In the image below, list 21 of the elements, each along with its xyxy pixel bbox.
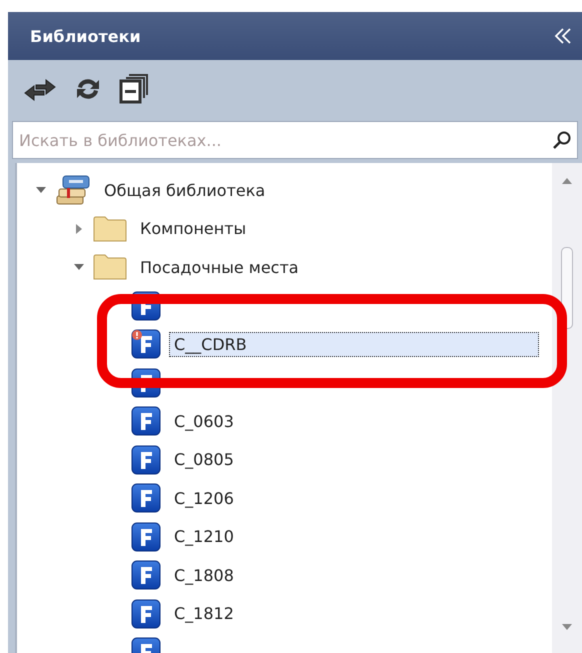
tree-item[interactable]: C_1812 bbox=[169, 601, 239, 626]
tree-item[interactable]: C__CDRB bbox=[169, 332, 539, 357]
search-field[interactable]: Искать в библиотеках... bbox=[12, 121, 578, 159]
search-icon[interactable] bbox=[552, 130, 572, 150]
collapse-all-icon[interactable] bbox=[118, 72, 150, 106]
tree-item[interactable]: Посадочные места bbox=[135, 254, 304, 280]
tree-item[interactable]: C_1808 bbox=[169, 562, 239, 588]
tree-item[interactable]: C_1206 bbox=[169, 486, 239, 511]
tree-item[interactable]: C_1210 bbox=[169, 524, 239, 550]
books-icon bbox=[55, 174, 91, 206]
scrollbar[interactable] bbox=[552, 163, 582, 653]
scroll-down-icon[interactable] bbox=[561, 623, 573, 631]
tree-item[interactable]: C_0603 bbox=[169, 408, 239, 434]
folder-icon bbox=[93, 214, 127, 243]
tree-item[interactable]: Компоненты bbox=[135, 216, 252, 242]
tree-item[interactable]: C_0805 bbox=[169, 447, 239, 472]
scroll-up-icon[interactable] bbox=[561, 177, 573, 185]
folder-icon bbox=[93, 253, 127, 282]
tree-item[interactable]: Общая библиотека bbox=[99, 178, 270, 203]
collapse-icon[interactable] bbox=[554, 27, 572, 45]
panel-title: Библиотеки bbox=[30, 26, 141, 46]
